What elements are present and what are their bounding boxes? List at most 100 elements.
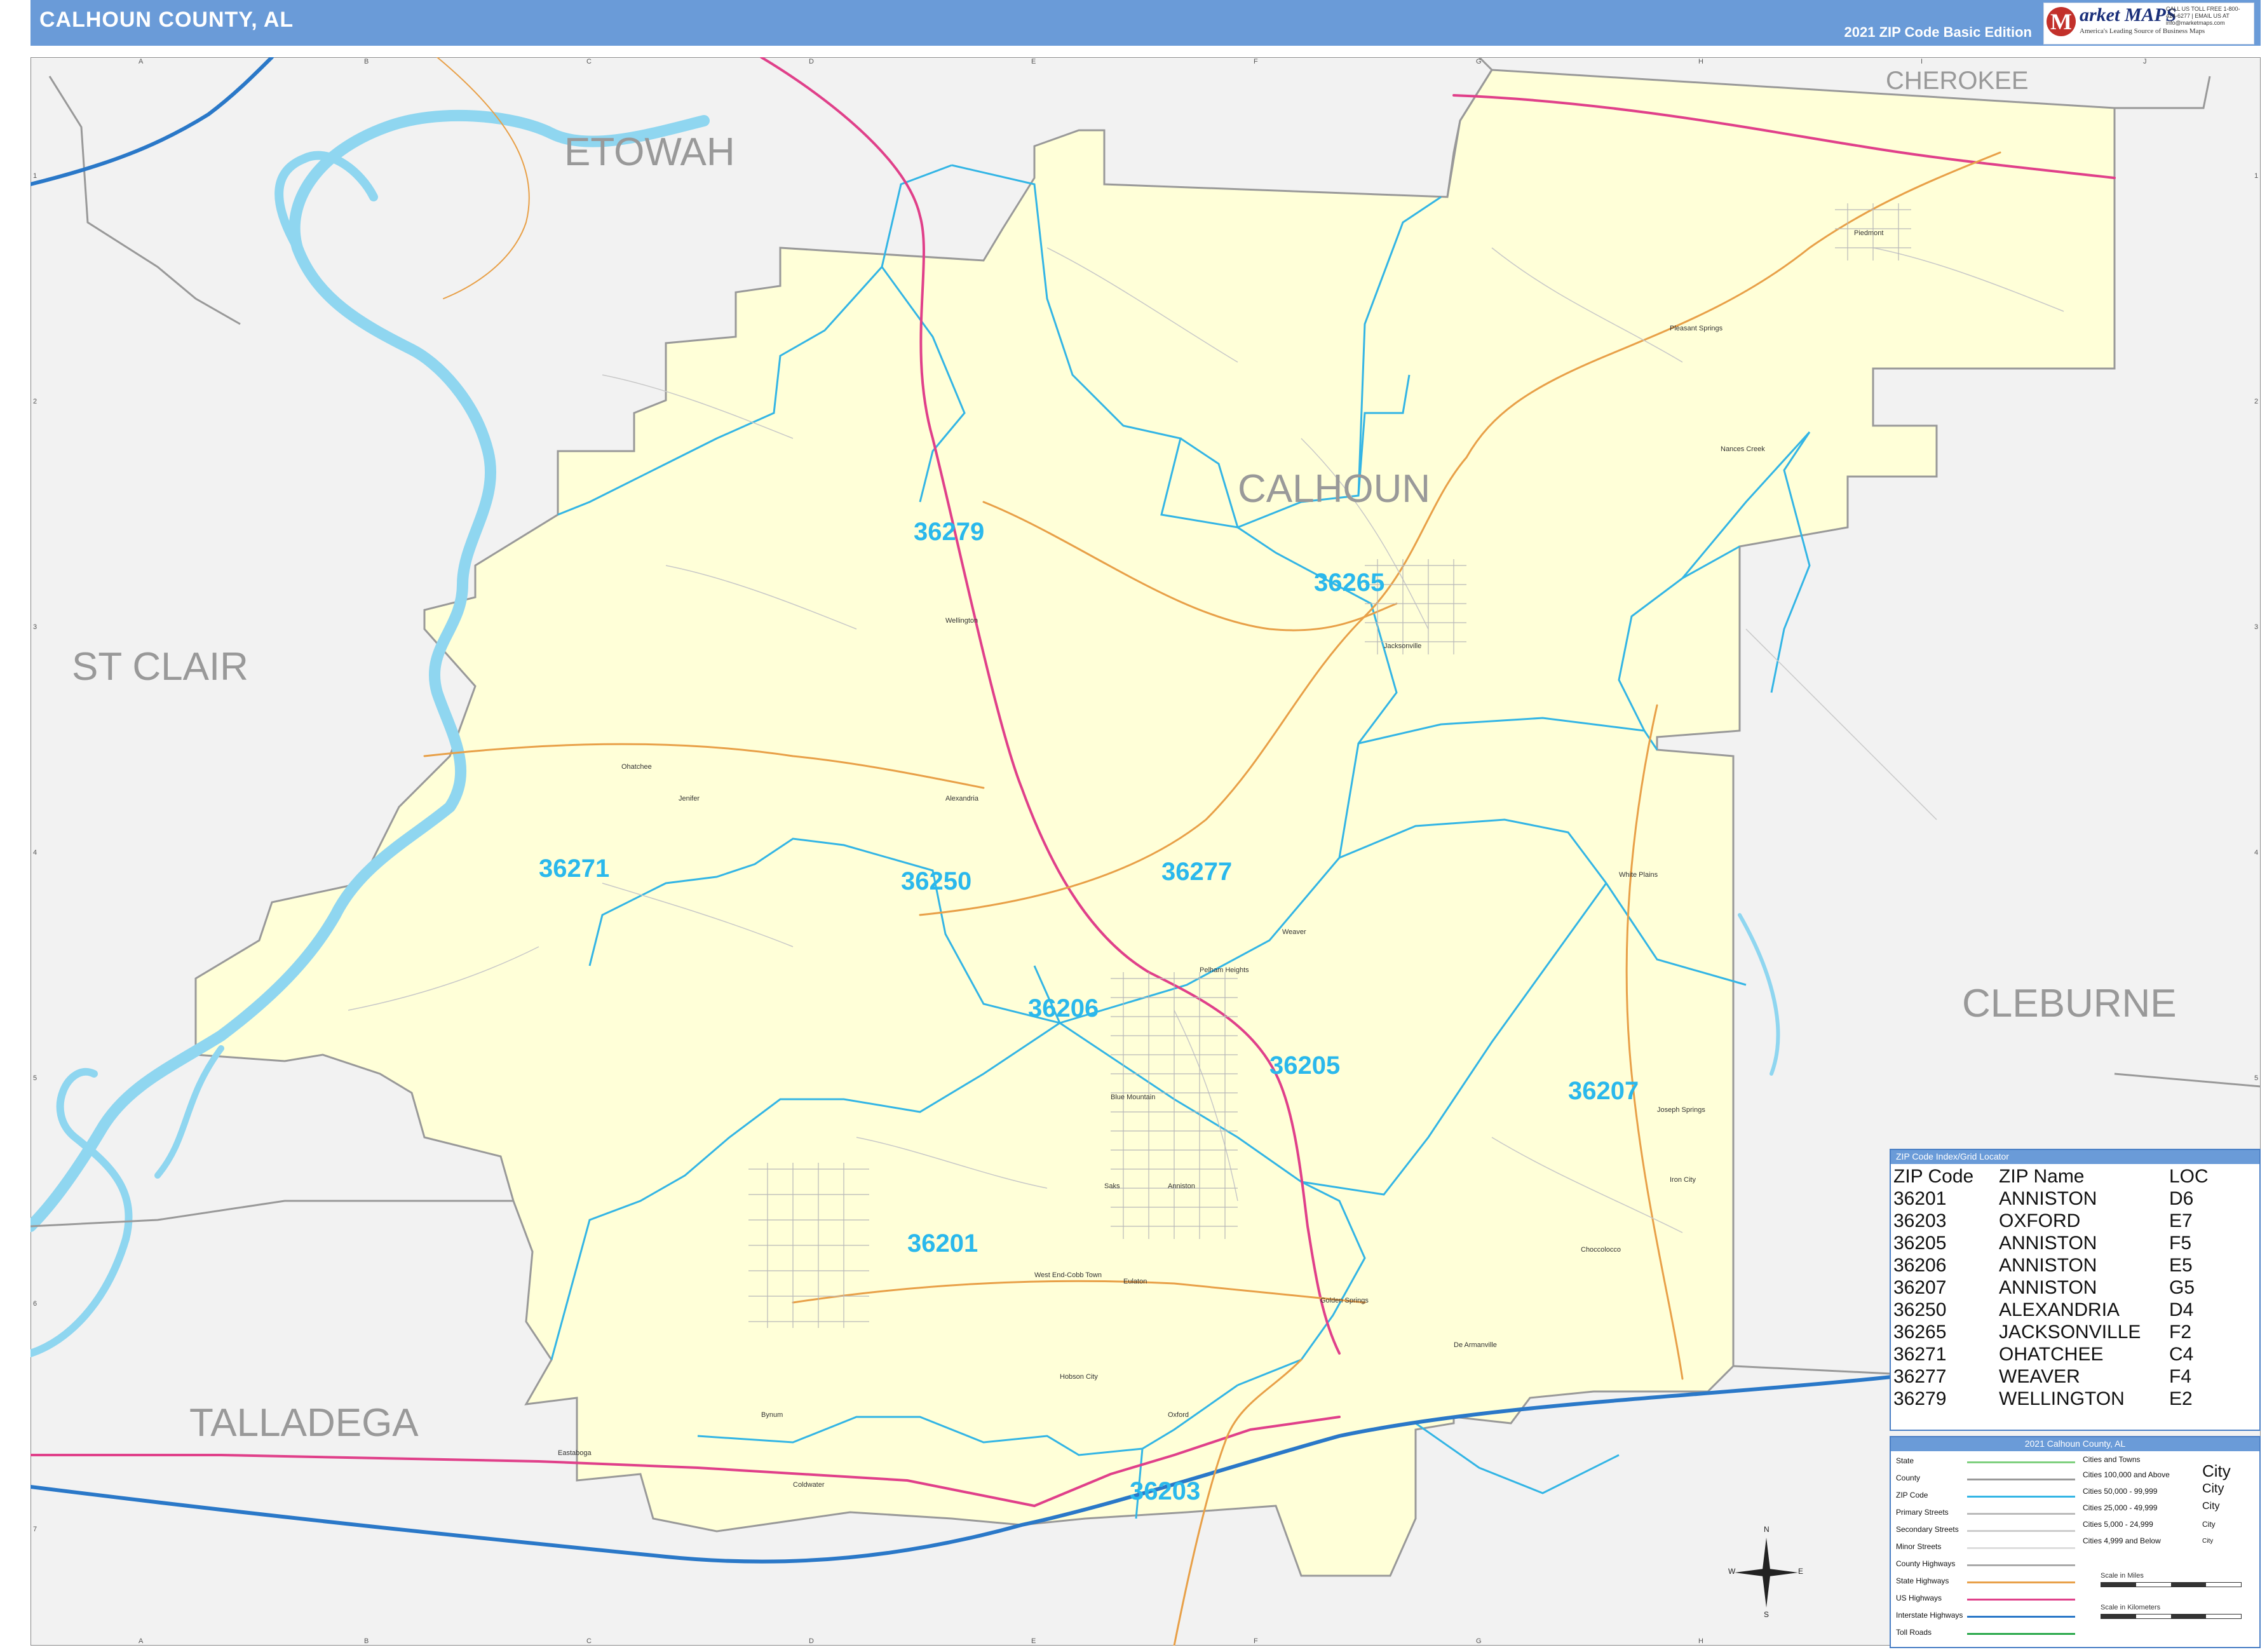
legend-item-label: Primary Streets [1896,1508,1949,1517]
legend-item-label: County [1896,1473,1921,1482]
svg-text:6: 6 [33,1300,37,1308]
place-iron-city: Iron City [1670,1176,1696,1184]
compass-e: E [1798,1567,1804,1576]
place-wellington: Wellington [945,617,978,625]
place-nances-creek: Nances Creek [1721,445,1765,453]
place-jacksonville: Jacksonville [1384,642,1421,650]
place-bynum: Bynum [761,1411,783,1419]
legend-city-sample: City [2202,1482,2224,1496]
zip-label-36265: 36265 [1314,569,1384,597]
scale-km-label: Scale in Kilometers [2101,1604,2161,1611]
legend-city-sample: City [2202,1501,2220,1512]
svg-text:J: J [2143,58,2147,65]
svg-text:G: G [1476,1637,1482,1645]
place-piedmont: Piedmont [1854,229,1883,237]
legend-item-swatch [1967,1633,2075,1635]
legend-item-swatch [1967,1513,2075,1515]
svg-text:F: F [1254,58,1258,65]
legend-item-swatch [1967,1599,2075,1601]
legend-cities-title: Cities and Towns [2083,1455,2141,1464]
logo-contact: CALL US TOLL FREE 1-800-424-6277 | EMAIL… [2166,6,2240,26]
legend-city-size-label: Cities 100,000 and Above [2083,1470,2170,1479]
county-label-cleburne: CLEBURNE [1962,982,2177,1026]
scale-miles-label: Scale in Miles [2101,1572,2144,1580]
svg-text:G: G [1476,58,1482,65]
svg-text:2: 2 [2254,398,2258,405]
svg-text:4: 4 [33,849,37,856]
svg-text:H: H [1698,58,1703,65]
table-row: 36250 ALEXANDRIA D4 [1893,1299,2194,1320]
legend-item-label: County Highways [1896,1559,1956,1568]
place-choccolocco: Choccolocco [1581,1246,1621,1254]
zip-label-36205: 36205 [1269,1052,1340,1080]
svg-text:4: 4 [2254,849,2258,856]
table-row: 36265 JACKSONVILLE F2 [1893,1322,2192,1343]
legend-item-label: State Highways [1896,1576,1949,1585]
svg-text:C: C [586,1637,592,1645]
scale-km-bar [2101,1614,2242,1619]
table-row: 36207 ANNISTON G5 [1893,1277,2195,1298]
compass-rose: N S W E [1728,1525,1804,1620]
place-blue-mountain: Blue Mountain [1111,1093,1155,1101]
place-west-end-cobb-town: West End-Cobb Town [1034,1271,1102,1279]
place-golden-springs: Golden Springs [1320,1297,1369,1304]
svg-text:A: A [139,58,144,65]
logo-name: arket MAPS [2080,4,2177,25]
place-oxford: Oxford [1168,1411,1189,1419]
svg-text:2: 2 [33,398,37,405]
compass-s: S [1764,1610,1770,1619]
scale-miles-bar [2101,1582,2242,1587]
legend-city-size-label: Cities 5,000 - 24,999 [2083,1520,2153,1529]
zip-label-36279: 36279 [914,518,984,546]
logo-tagline: America's Leading Source of Business Map… [2080,27,2205,35]
table-row: 36206 ANNISTON E5 [1893,1255,2193,1276]
svg-text:F: F [1254,1637,1258,1645]
svg-text:E: E [1031,1637,1036,1645]
zip-index-header: ZIP Code ZIP Name LOC [1893,1166,2209,1187]
zip-index-title: ZIP Code Index/Grid Locator [1891,1150,2259,1164]
place-weaver: Weaver [1282,928,1306,936]
legend-item-label: Secondary Streets [1896,1525,1959,1534]
legend-title: 2021 Calhoun County, AL [1891,1437,2259,1451]
legend-item-label: Toll Roads [1896,1628,1932,1637]
svg-text:I: I [1921,58,1923,65]
compass-icon [1735,1538,1798,1608]
legend-item-swatch [1967,1564,2075,1566]
market-maps-logo[interactable]: M arket MAPS America's Leading Source of… [2043,3,2254,44]
table-row: 36277 WEAVER F4 [1893,1366,2192,1387]
legend-item-swatch [1967,1530,2075,1532]
logo-mark-icon: M [2047,7,2076,36]
place-de-armanville: De Armanville [1454,1341,1497,1349]
svg-text:3: 3 [33,623,37,631]
table-row: 36279 WELLINGTON E2 [1893,1388,2193,1409]
county-label-talladega: TALLADEGA [189,1401,419,1445]
map-title: CALHOUN COUNTY, AL [39,8,294,32]
county-label-etowah: ETOWAH [564,130,735,174]
zip-label-36277: 36277 [1161,858,1232,886]
legend-item-label: State [1896,1456,1914,1465]
table-row: 36203 OXFORD E7 [1893,1210,2193,1231]
table-row: 36271 OHATCHEE C4 [1893,1344,2194,1365]
svg-text:5: 5 [33,1074,37,1082]
compass-w: W [1728,1567,1736,1576]
edition-label: 2021 ZIP Code Basic Edition [1844,24,2032,40]
svg-text:5: 5 [2254,1074,2258,1082]
svg-text:E: E [1031,58,1036,65]
place-pelham-heights: Pelham Heights [1200,966,1249,974]
place-hobson-city: Hobson City [1060,1373,1098,1381]
place-alexandria: Alexandria [945,795,979,802]
svg-text:1: 1 [33,172,37,180]
table-row: 36201 ANNISTON D6 [1893,1188,2194,1209]
place-eastaboga: Eastaboga [558,1449,592,1457]
zip-index-table: ZIP Code ZIP Name LOC 36201 ANNISTON D6 36… [1893,1165,2209,1410]
legend-panel: 2021 Calhoun County, AL State County ZIP C… [1890,1436,2261,1648]
county-label-st-clair: ST CLAIR [72,645,248,689]
svg-text:B: B [364,58,369,65]
legend-item-swatch [1967,1581,2075,1583]
legend-item-swatch [1967,1496,2075,1498]
svg-text:C: C [586,58,592,65]
legend-item-label: Minor Streets [1896,1542,1942,1551]
zip-label-36250: 36250 [901,867,971,895]
place-coldwater: Coldwater [793,1481,825,1489]
legend-item-label: US Highways [1896,1594,1942,1602]
